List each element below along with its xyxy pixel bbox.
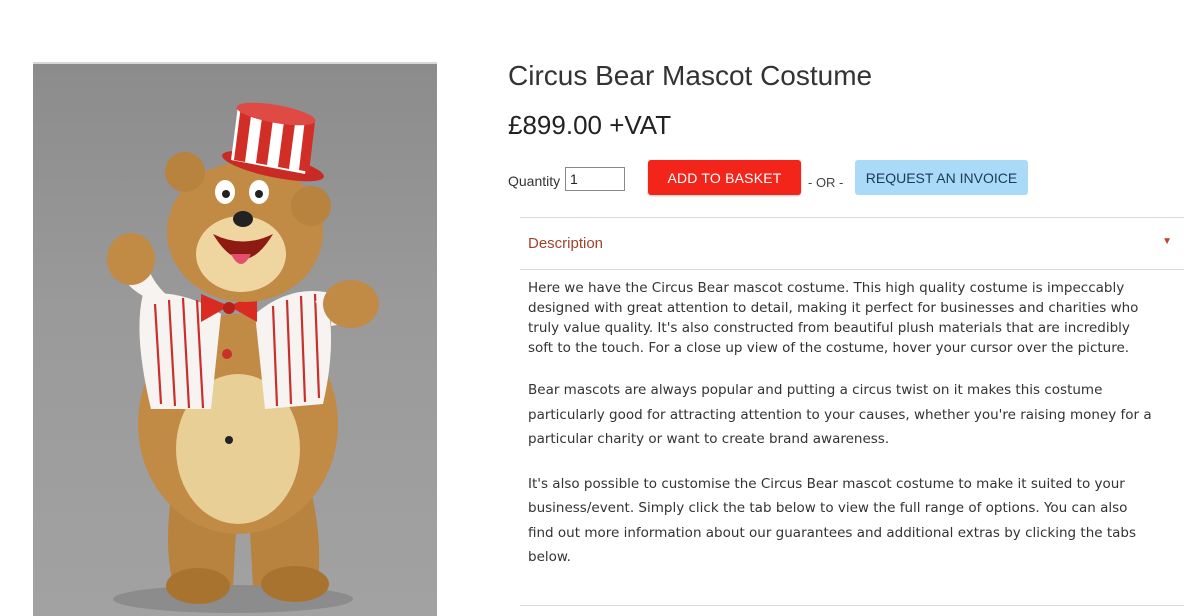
request-invoice-button[interactable]: REQUEST AN INVOICE [855,160,1028,195]
description-paragraph: Bear mascots are always popular and putt… [528,382,1152,447]
bear-costume-illustration [107,102,379,613]
or-separator: - OR - [808,175,844,190]
caret-down-icon: ▼ [1162,236,1172,247]
product-price: £899.00 +VAT [508,110,672,140]
description-paragraph: It's also possible to customise the Circ… [528,475,1137,566]
description-paragraph: Here we have the Circus Bear mascot cost… [528,280,1139,356]
description-tab[interactable]: Description ▼ [520,218,1184,270]
accordion-bottom-divider [520,605,1184,606]
product-image[interactable] [33,62,437,616]
description-body: Here we have the Circus Bear mascot cost… [528,278,1178,570]
product-title: Circus Bear Mascot Costume [508,60,873,91]
quantity-label: Quantity [508,173,561,189]
add-to-basket-button[interactable]: ADD TO BASKET [648,160,801,195]
quantity-input[interactable] [565,167,625,191]
description-tab-label: Description [528,235,604,252]
